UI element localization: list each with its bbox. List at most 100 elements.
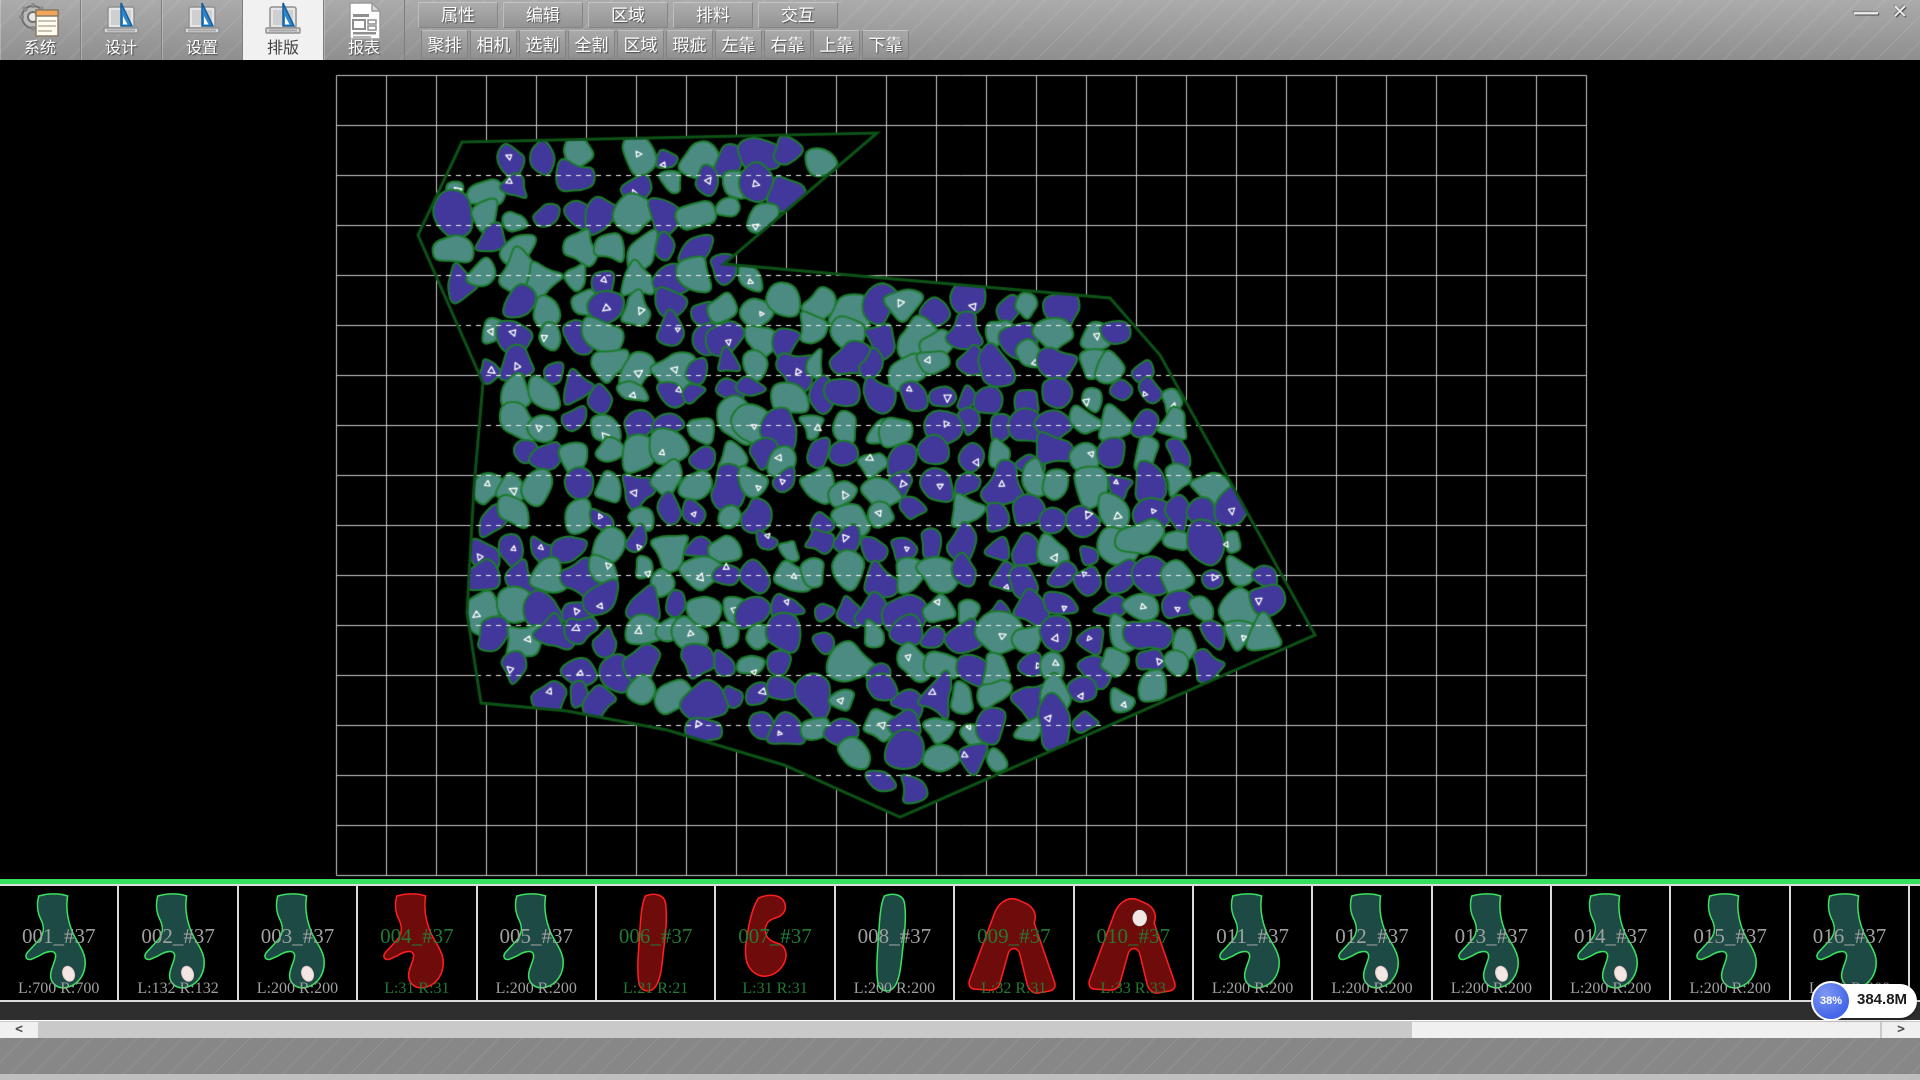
tool-button-全割[interactable]: 全割 — [568, 30, 615, 59]
piece-id-label: 015_#37 — [1671, 924, 1788, 949]
piece-id-label: 002_#37 — [119, 924, 236, 949]
main-tab-label: 报表 — [348, 40, 380, 58]
piece-id-label: 014_#37 — [1552, 924, 1669, 949]
piece-id-label: 016_#37 — [1791, 924, 1908, 949]
tool-button-瑕疵[interactable]: 瑕疵 — [666, 30, 713, 59]
piece-lr-count: L:31 R:31 — [716, 980, 833, 998]
piece-lr-count: L:200 R:200 — [1433, 980, 1550, 998]
main-tab-排版[interactable]: 排版 — [243, 0, 324, 60]
piece-thumbnail[interactable]: 010_#37 L:33 R:33 — [1075, 886, 1194, 1000]
piece-id-label: 008_#37 — [836, 924, 953, 949]
tool-row: 聚排相机选割全割区域瑕疵左靠右靠上靠下靠 — [421, 30, 909, 59]
tool-button-选割[interactable]: 选割 — [519, 30, 566, 59]
main-tab-label: 系统 — [24, 40, 56, 58]
piece-thumbnail[interactable]: 003_#37 L:200 R:200 — [239, 886, 358, 1000]
window-controls: — ✕ — [1852, 1, 1914, 25]
scrollbar-thumb[interactable] — [1412, 1022, 1880, 1038]
menu-item-区域[interactable]: 区域 — [588, 2, 668, 28]
piece-lr-count: L:21 R:21 — [597, 980, 714, 998]
report-icon — [342, 2, 386, 40]
main-tab-设计[interactable]: 设计 — [81, 0, 162, 60]
piece-lr-count: L:700 R:700 — [0, 980, 117, 998]
piece-lr-count: L:32 R:31 — [955, 980, 1072, 998]
piece-thumbnail[interactable]: 004_#37 L:31 R:31 — [358, 886, 477, 1000]
piece-id-label: 007_#37 — [716, 924, 833, 949]
tool-button-左靠[interactable]: 左靠 — [715, 30, 762, 59]
menu-item-排料[interactable]: 排料 — [673, 2, 753, 28]
strip-gap — [0, 1002, 1920, 1020]
piece-id-label: 011_#37 — [1194, 924, 1311, 949]
piece-thumbnail[interactable]: 016_#37L:200 R:200 — [1791, 886, 1910, 1000]
main-tab-报表[interactable]: 报表 — [324, 0, 405, 60]
settings-icon — [180, 2, 224, 40]
piece-thumbnail[interactable]: 014_#37 L:200 R:200 — [1552, 886, 1671, 1000]
piece-id-label: 003_#37 — [239, 924, 356, 949]
nesting-canvas[interactable] — [0, 60, 1920, 879]
menu-item-属性[interactable]: 属性 — [418, 2, 498, 28]
tool-button-上靠[interactable]: 上靠 — [813, 30, 860, 59]
piece-id-label: 005_#37 — [478, 924, 595, 949]
layout-icon — [261, 2, 305, 40]
piece-id-label: 0 — [1910, 924, 1920, 949]
memory-value: 384.8M — [1857, 991, 1907, 1008]
pieces-strip: 001_#37L:700 R:700002_#37L:132 R:132003_… — [0, 879, 1920, 1020]
piece-lr-count: L:31 R:31 — [358, 980, 475, 998]
piece-id-label: 004_#37 — [358, 924, 475, 949]
design-icon — [99, 2, 143, 40]
app-window: 系统设计设置排版报表 属性编辑区域排料交互 聚排相机选割全割区域瑕疵左靠右靠上靠… — [0, 0, 1920, 1080]
piece-lr-count: L:33 R:33 — [1075, 980, 1192, 998]
piece-id-label: 009_#37 — [955, 924, 1072, 949]
piece-thumbnail[interactable]: 012_#37 L:200 R:200 — [1313, 886, 1432, 1000]
piece-thumbnail[interactable]: 009_#37 L:32 R:31 — [955, 886, 1074, 1000]
piece-lr-count: L:200 R:200 — [836, 980, 953, 998]
piece-id-label: 012_#37 — [1313, 924, 1430, 949]
piece-thumbnail[interactable]: 006_#37 L:21 R:21 — [597, 886, 716, 1000]
piece-lr-count: L:200 R:200 — [1552, 980, 1669, 998]
main-tab-buttons: 系统 设计 设置 排版 报表 — [0, 0, 405, 60]
main-tab-label: 设置 — [186, 40, 218, 58]
menu-row: 属性编辑区域排料交互 — [418, 2, 838, 28]
piece-lr-count: L:200 R:200 — [239, 980, 356, 998]
piece-thumbnail[interactable]: 005_#37 L:200 R:200 — [478, 886, 597, 1000]
piece-lr-count: L:200 R:200 — [1313, 980, 1430, 998]
piece-thumbnail[interactable]: 008_#37 L:200 R:200 — [836, 886, 955, 1000]
main-tab-label: 排版 — [267, 40, 299, 58]
status-bar — [0, 1038, 1920, 1074]
menu-item-编辑[interactable]: 编辑 — [503, 2, 583, 28]
piece-lr-count: L:132 R:132 — [119, 980, 236, 998]
memory-percent-ball: 38% — [1811, 981, 1851, 1021]
tool-button-相机[interactable]: 相机 — [470, 30, 517, 59]
piece-thumbnail-list: 001_#37L:700 R:700002_#37L:132 R:132003_… — [0, 884, 1920, 1002]
main-tab-系统[interactable]: 系统 — [0, 0, 81, 60]
piece-thumbnail[interactable]: 007_#37 L:31 R:31 — [716, 886, 835, 1000]
tool-button-下靠[interactable]: 下靠 — [862, 30, 909, 59]
piece-thumbnail[interactable]: 013_#37 L:200 R:200 — [1433, 886, 1552, 1000]
scroll-right-button[interactable]: > — [1882, 1022, 1920, 1038]
main-tab-label: 设计 — [105, 40, 137, 58]
menu-item-交互[interactable]: 交互 — [758, 2, 838, 28]
tool-button-聚排[interactable]: 聚排 — [421, 30, 468, 59]
piece-lr-count: L:200 R:200 — [1671, 980, 1788, 998]
memory-badge[interactable]: 38% 384.8M — [1813, 984, 1917, 1018]
bottom-edge — [0, 1074, 1920, 1080]
piece-lr-count: L:200 R:200 — [478, 980, 595, 998]
minimize-button[interactable]: — — [1852, 1, 1880, 25]
piece-id-label: 001_#37 — [0, 924, 117, 949]
title-toolbar: 系统设计设置排版报表 属性编辑区域排料交互 聚排相机选割全割区域瑕疵左靠右靠上靠… — [0, 0, 1920, 60]
tool-button-区域[interactable]: 区域 — [617, 30, 664, 59]
piece-lr-count: L:200 R:200 — [1194, 980, 1311, 998]
piece-id-label: 010_#37 — [1075, 924, 1192, 949]
main-tab-设置[interactable]: 设置 — [162, 0, 243, 60]
piece-id-label: 006_#37 — [597, 924, 714, 949]
piece-thumbnail[interactable]: 0L: — [1910, 886, 1920, 1000]
system-icon — [18, 2, 62, 40]
piece-thumbnail[interactable]: 011_#37 L:200 R:200 — [1194, 886, 1313, 1000]
horizontal-scrollbar[interactable]: < > — [0, 1020, 1920, 1038]
piece-id-label: 013_#37 — [1433, 924, 1550, 949]
piece-thumbnail[interactable]: 015_#37 L:200 R:200 — [1671, 886, 1790, 1000]
scroll-left-button[interactable]: < — [0, 1022, 38, 1038]
piece-thumbnail[interactable]: 001_#37 L:700 R:700 — [0, 886, 119, 1000]
piece-thumbnail[interactable]: 002_#37 L:132 R:132 — [119, 886, 238, 1000]
tool-button-右靠[interactable]: 右靠 — [764, 30, 811, 59]
close-button[interactable]: ✕ — [1886, 1, 1914, 25]
